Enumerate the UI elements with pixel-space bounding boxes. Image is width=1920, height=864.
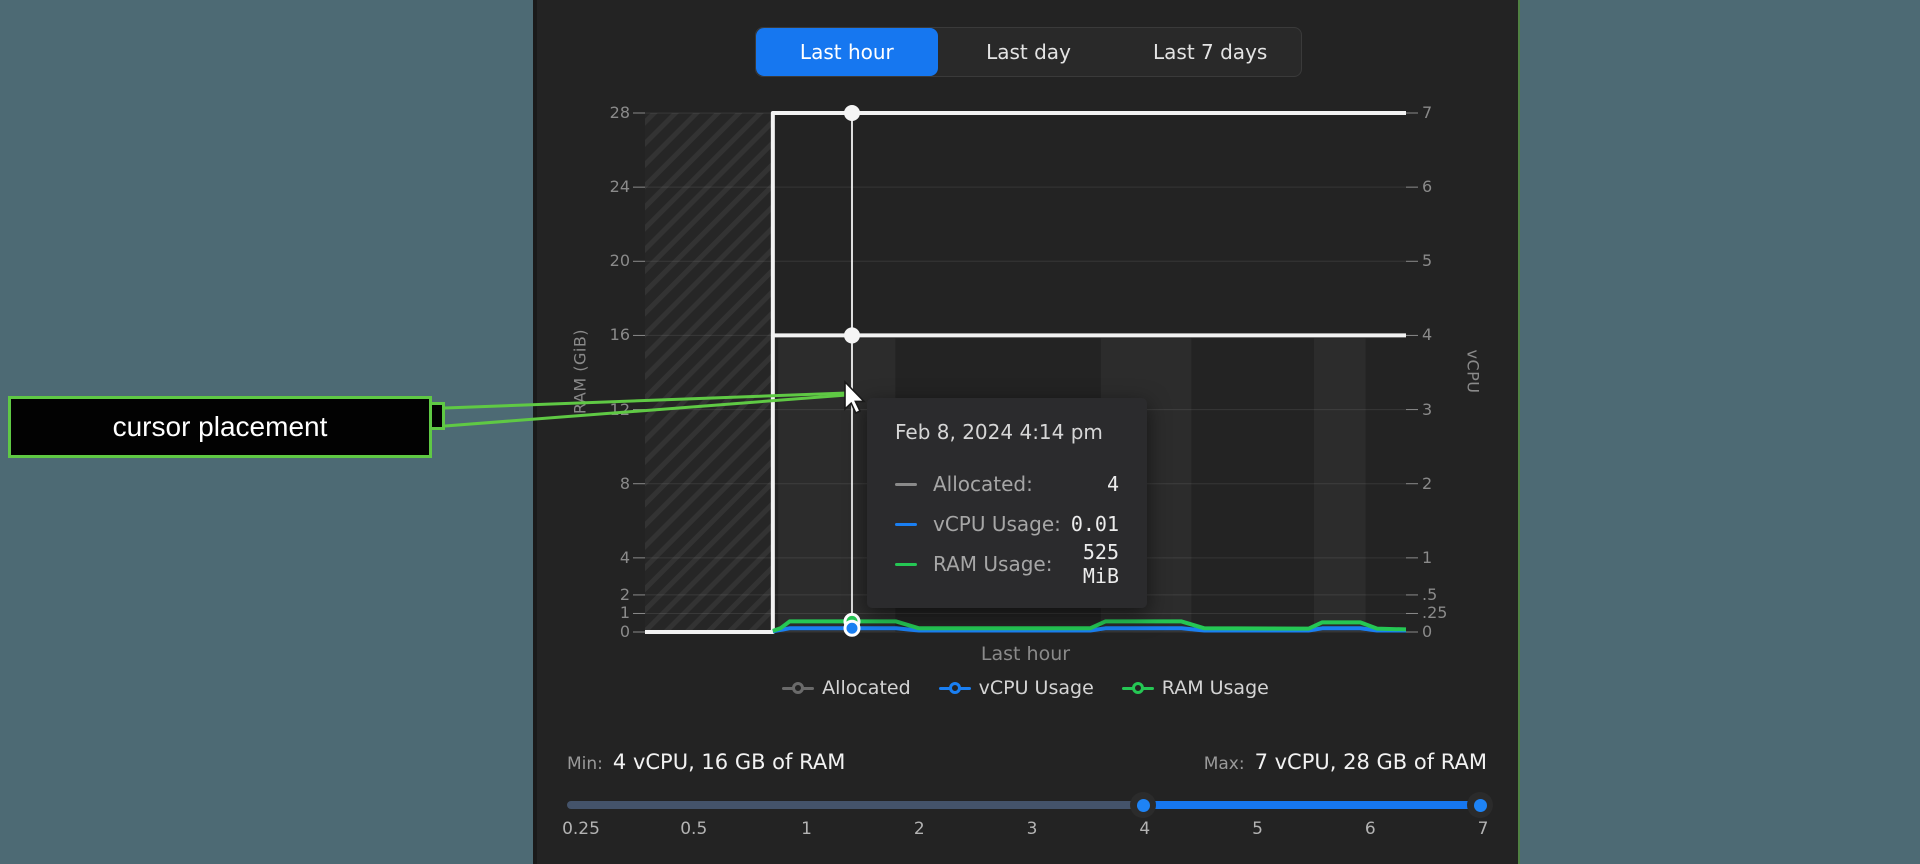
tab-last-day[interactable]: Last day <box>938 28 1120 76</box>
callout-text: cursor placement <box>113 411 328 443</box>
tooltip-row-label: RAM Usage: <box>933 552 1052 576</box>
left-axis-tick-label: 0 <box>570 622 630 642</box>
max-allocation: Max: 7 vCPU, 28 GB of RAM <box>1204 750 1487 774</box>
right-axis-tick-label: 5 <box>1422 251 1432 271</box>
tab-last-7-days[interactable]: Last 7 days <box>1119 28 1301 76</box>
tooltip-row-label: vCPU Usage: <box>933 512 1061 536</box>
vcpu-axis-title: vCPU <box>1464 337 1483 407</box>
legend-item-ram-usage[interactable]: RAM Usage <box>1122 677 1269 699</box>
allocation-range-slider: 0.250.51234567 <box>567 791 1487 851</box>
left-axis-tick-label: 12 <box>570 400 630 420</box>
right-axis-tick-label: .5 <box>1422 585 1437 605</box>
left-axis-tick-label: 20 <box>570 251 630 271</box>
slider-tick-label: 7 <box>1453 819 1513 839</box>
range-summary: Min: 4 vCPU, 16 GB of RAM Max: 7 vCPU, 28 … <box>567 750 1487 774</box>
slider-handle-max[interactable] <box>1467 792 1493 818</box>
chart-tooltip: Feb 8, 2024 4:14 pm Allocated:4vCPU Usag… <box>867 398 1147 608</box>
tooltip-row: Allocated:4 <box>895 464 1119 504</box>
slider-tick-label: 0.5 <box>664 819 724 839</box>
legend-item-vcpu-usage[interactable]: vCPU Usage <box>939 677 1094 699</box>
right-axis-tick-label: 7 <box>1422 103 1432 123</box>
min-label: Min: <box>567 754 603 774</box>
time-range-tabs: Last hourLast dayLast 7 days <box>755 27 1302 77</box>
left-axis-tick-label: 24 <box>570 177 630 197</box>
right-axis-tick-label: 0 <box>1422 622 1432 642</box>
slider-tick-label: 3 <box>1002 819 1062 839</box>
screenshot-stage: Last hourLast dayLast 7 days RAM (GiB) v… <box>0 0 1920 864</box>
slider-tick-label: 4 <box>1115 819 1175 839</box>
right-axis-tick-label: 3 <box>1422 400 1432 420</box>
tooltip-row-value: 525 MiB <box>1052 540 1119 588</box>
tooltip-row: vCPU Usage:0.01 <box>895 504 1119 544</box>
right-axis-tick-label: 6 <box>1422 177 1432 197</box>
legend-label: Allocated <box>822 677 910 699</box>
slider-tick-label: 1 <box>777 819 837 839</box>
tooltip-row-value: 0.01 <box>1061 512 1119 536</box>
cursor-placement-callout: cursor placement <box>8 396 432 458</box>
slider-tick-label: 6 <box>1340 819 1400 839</box>
left-axis-tick-label: 1 <box>570 603 630 623</box>
tooltip-row-value: 4 <box>1033 472 1119 496</box>
left-axis-tick-label: 4 <box>570 548 630 568</box>
tab-last-hour[interactable]: Last hour <box>756 28 938 76</box>
callout-stem <box>432 402 445 430</box>
slider-tick-label: 5 <box>1228 819 1288 839</box>
right-axis-tick-label: 1 <box>1422 548 1432 568</box>
legend-label: RAM Usage <box>1162 677 1269 699</box>
left-axis-tick-label: 8 <box>570 474 630 494</box>
chart-legend: Allocated vCPU Usage RAM Usage <box>645 674 1406 702</box>
max-label: Max: <box>1204 754 1245 774</box>
left-axis-tick-label: 28 <box>570 103 630 123</box>
legend-item-allocated[interactable]: Allocated <box>782 677 910 699</box>
min-allocation: Min: 4 vCPU, 16 GB of RAM <box>567 750 845 774</box>
legend-label: vCPU Usage <box>979 677 1094 699</box>
slider-active-range[interactable] <box>1143 801 1487 809</box>
slider-handle-min[interactable] <box>1130 792 1156 818</box>
right-axis-tick-label: 2 <box>1422 474 1432 494</box>
legend-marker-icon <box>1122 687 1154 690</box>
max-value: 7 vCPU, 28 GB of RAM <box>1255 750 1487 774</box>
series-color-dash-icon <box>895 523 917 526</box>
series-color-dash-icon <box>895 483 917 486</box>
x-axis-label: Last hour <box>645 643 1406 665</box>
legend-marker-icon <box>939 687 971 690</box>
tooltip-timestamp: Feb 8, 2024 4:14 pm <box>895 420 1119 444</box>
slider-tick-label: 2 <box>889 819 949 839</box>
tooltip-row-label: Allocated: <box>933 472 1033 496</box>
tooltip-row: RAM Usage:525 MiB <box>895 544 1119 584</box>
right-axis-tick-label: 4 <box>1422 325 1432 345</box>
right-axis-tick-label: .25 <box>1422 603 1447 623</box>
left-axis-tick-label: 16 <box>570 325 630 345</box>
legend-marker-icon <box>782 687 814 690</box>
series-color-dash-icon <box>895 563 917 566</box>
min-value: 4 vCPU, 16 GB of RAM <box>613 750 845 774</box>
left-axis-tick-label: 2 <box>570 585 630 605</box>
slider-tick-label: 0.25 <box>551 819 611 839</box>
